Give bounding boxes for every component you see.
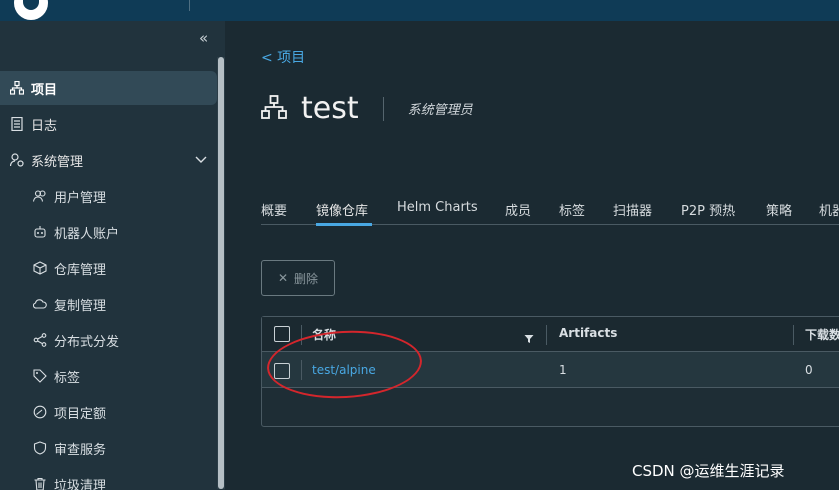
sidebar-item-label: 日志 [31, 118, 58, 134]
column-header-artifacts[interactable]: Artifacts [559, 326, 617, 340]
sidebar-item-label: 用户管理 [54, 190, 107, 206]
artifacts-count: 1 [559, 363, 567, 377]
sidebar-item-users[interactable]: 用户管理 [0, 179, 217, 213]
top-bar [0, 0, 839, 21]
tab-members[interactable]: 成员 [505, 200, 531, 219]
trash-icon [32, 476, 48, 490]
tab-scanner[interactable]: 扫描器 [613, 200, 652, 219]
shield-icon [32, 440, 48, 456]
log-icon [9, 116, 25, 132]
tab-policy[interactable]: 策略 [766, 200, 792, 219]
tag-icon [32, 368, 48, 384]
admin-icon [9, 152, 25, 168]
tab-labels[interactable]: 标签 [559, 200, 585, 219]
active-tab-indicator [316, 223, 372, 226]
chevron-down-icon[interactable] [195, 153, 207, 168]
sidebar-item-project-quotas[interactable]: 项目定额 [0, 395, 217, 429]
tab-robot-accounts[interactable]: 机器 [819, 200, 839, 219]
share-icon [32, 332, 48, 348]
sidebar-item-registries[interactable]: 仓库管理 [0, 251, 217, 285]
title-divider [382, 96, 384, 121]
sidebar-item-robot-accounts[interactable]: 机器人账户 [0, 215, 217, 249]
delete-button-label: 删除 [294, 271, 319, 286]
sidebar-item-label: 分布式分发 [54, 334, 120, 350]
sidebar-item-label: 仓库管理 [54, 262, 107, 278]
sidebar-item-label: 项目定额 [54, 406, 107, 422]
watermark: CSDN @运维生涯记录 [632, 462, 785, 480]
sidebar-item-replications[interactable]: 复制管理 [0, 287, 217, 321]
sidebar-item-projects[interactable]: 项目 [0, 71, 217, 105]
sidebar-scrollbar[interactable] [217, 57, 225, 489]
main-content: < 项目 test 系统管理员 概要 镜像仓库 Helm Charts 成员 标… [225, 21, 839, 490]
tab-repositories[interactable]: 镜像仓库 [316, 200, 368, 219]
sidebar-item-logs[interactable]: 日志 [0, 107, 217, 141]
sidebar-item-label: 复制管理 [54, 298, 107, 314]
sidebar-item-label: 系统管理 [31, 154, 84, 170]
project-tabs: 概要 镜像仓库 Helm Charts 成员 标签 扫描器 P2P 预热 策略 … [261, 199, 839, 226]
delete-button[interactable]: ✕ 删除 [261, 260, 335, 296]
filter-icon[interactable] [524, 329, 534, 348]
sidebar-item-distributions[interactable]: 分布式分发 [0, 323, 217, 357]
cloud-replication-icon [32, 296, 48, 312]
tab-p2p-preheat[interactable]: P2P 预热 [681, 200, 735, 219]
harbor-logo-icon[interactable] [14, 0, 48, 20]
column-header-pulls[interactable]: 下载数 [805, 326, 839, 343]
column-separator [793, 325, 794, 345]
sidebar: « 项目 日志 系统管理 用户管理 机器人账户 仓库管理 复制管理 分布式分发 … [0, 21, 225, 490]
pulls-count: 0 [805, 363, 813, 377]
close-icon: ✕ [277, 271, 289, 285]
sidebar-item-label: 机器人账户 [54, 226, 120, 242]
registry-icon [32, 260, 48, 276]
page-title: test [301, 91, 359, 126]
sidebar-item-labels[interactable]: 标签 [0, 359, 217, 393]
users-icon [32, 188, 48, 204]
project-icon [261, 94, 287, 123]
back-to-projects-link[interactable]: < 项目 [261, 47, 305, 67]
sidebar-item-garbage-collection[interactable]: 垃圾清理 [0, 467, 217, 490]
sidebar-scroll-thumb[interactable] [218, 57, 224, 489]
sidebar-item-administration[interactable]: 系统管理 [0, 143, 217, 177]
collapse-sidebar-icon[interactable]: « [199, 29, 208, 47]
tab-helm-charts[interactable]: Helm Charts [397, 200, 478, 215]
project-role: 系统管理员 [407, 103, 473, 118]
sidebar-item-interrogation-services[interactable]: 审查服务 [0, 431, 217, 465]
sidebar-item-label: 项目 [31, 82, 58, 98]
sidebar-item-label: 标签 [54, 370, 81, 386]
quota-icon [32, 404, 48, 420]
column-separator [546, 325, 547, 345]
page-header: test 系统管理员 [261, 91, 473, 126]
sidebar-item-label: 审查服务 [54, 442, 107, 458]
select-all-checkbox[interactable] [274, 326, 290, 342]
tab-summary[interactable]: 概要 [261, 200, 287, 219]
robot-icon [32, 224, 48, 240]
topbar-divider [189, 0, 190, 11]
project-icon [9, 80, 25, 96]
sidebar-item-label: 垃圾清理 [54, 478, 107, 490]
